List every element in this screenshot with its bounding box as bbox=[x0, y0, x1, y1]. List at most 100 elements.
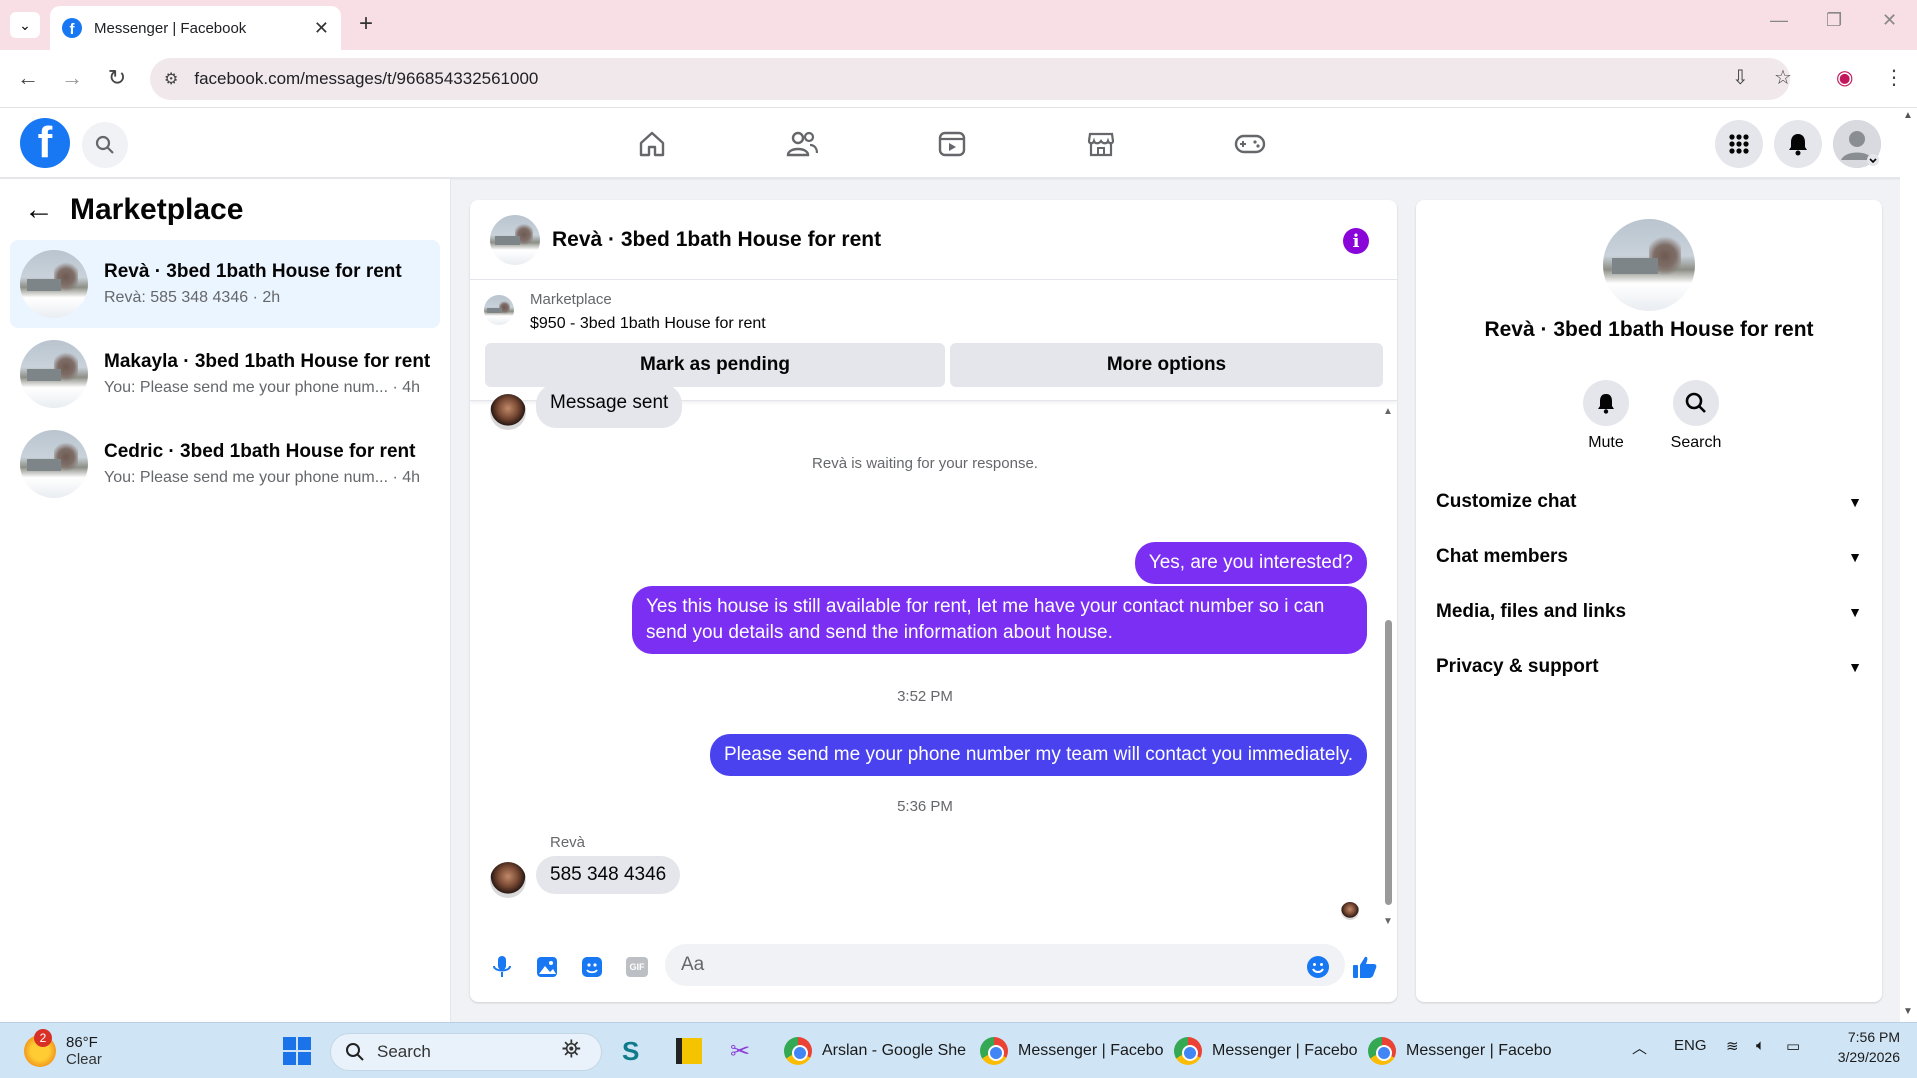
photo-icon[interactable] bbox=[532, 952, 562, 982]
friends-icon[interactable] bbox=[777, 122, 827, 166]
site-info-icon[interactable]: ⚙ bbox=[164, 69, 178, 89]
back-arrow-icon[interactable]: ← bbox=[24, 193, 54, 227]
chrome-icon bbox=[1368, 1037, 1396, 1065]
snipping-tool-icon[interactable]: ✂ bbox=[730, 1031, 750, 1071]
search-label: Search bbox=[1670, 434, 1722, 451]
sender-avatar bbox=[490, 394, 526, 430]
marketplace-icon[interactable] bbox=[1076, 122, 1126, 166]
listing-title[interactable]: $950 - 3bed 1bath House for rent bbox=[530, 315, 766, 333]
sender-avatar bbox=[490, 862, 526, 898]
facebook-logo-icon[interactable]: f bbox=[20, 118, 70, 168]
search-icon[interactable] bbox=[82, 122, 128, 168]
taskbar-chrome-messenger-1[interactable]: Messenger | Facebo bbox=[980, 1031, 1164, 1071]
sticky-notes-icon[interactable] bbox=[676, 1031, 702, 1071]
tab-close-icon[interactable]: ✕ bbox=[314, 18, 329, 39]
forward-icon[interactable]: → bbox=[58, 65, 86, 91]
browser-menu-icon[interactable]: ⋮ bbox=[1884, 65, 1904, 90]
video-icon[interactable] bbox=[927, 122, 977, 166]
chevron-down-icon: ▼ bbox=[1848, 659, 1862, 675]
sticker-icon[interactable] bbox=[577, 952, 607, 982]
mute-label: Mute bbox=[1588, 434, 1624, 451]
app-s-icon[interactable]: S bbox=[622, 1031, 639, 1071]
chat-header: Revà · 3bed 1bath House for rent i bbox=[470, 200, 1397, 280]
gaming-icon[interactable] bbox=[1225, 122, 1275, 166]
windows-start-icon[interactable] bbox=[282, 1031, 312, 1071]
taskbar-search-label: Search bbox=[377, 1042, 431, 1061]
conversation-name: Makayla · 3bed 1bath House for rent bbox=[104, 351, 431, 372]
chat-members-row[interactable]: Chat members ▼ bbox=[1436, 535, 1862, 579]
weather-badge: 2 bbox=[34, 1029, 52, 1047]
lighthouse-icon: ⛯ bbox=[561, 1036, 581, 1063]
scroll-up-icon[interactable]: ▲ bbox=[1383, 406, 1393, 417]
section-label: Chat members bbox=[1436, 546, 1568, 567]
weather-temp: 86°F bbox=[66, 1034, 98, 1051]
conversation-item[interactable]: Cedric · 3bed 1bath House for rent You: … bbox=[10, 420, 440, 508]
scroll-up-icon[interactable]: ▲ bbox=[1903, 110, 1913, 121]
close-window-icon[interactable]: ✕ bbox=[1882, 10, 1897, 31]
taskbar-chrome-messenger-2[interactable]: Messenger | Facebo bbox=[1174, 1031, 1358, 1071]
emoji-icon[interactable] bbox=[1303, 952, 1333, 982]
tab-search-dropdown[interactable]: ⌄ bbox=[10, 12, 40, 38]
scroll-thumb[interactable] bbox=[1385, 620, 1392, 905]
conversation-preview: You: Please send me your phone num... · … bbox=[104, 379, 421, 396]
microphone-icon[interactable] bbox=[487, 952, 517, 982]
taskbar-app-label: Messenger | Facebo bbox=[1018, 1042, 1164, 1059]
chrome-icon bbox=[1174, 1037, 1202, 1065]
scroll-down-icon[interactable]: ▼ bbox=[1383, 916, 1393, 927]
url-text: facebook.com/messages/t/966854332561000 bbox=[194, 69, 539, 88]
profile-icon[interactable]: ◉ bbox=[1836, 65, 1853, 90]
page-scrollbar[interactable]: ▲ ▼ bbox=[1900, 108, 1917, 1022]
new-tab-button[interactable]: + bbox=[352, 10, 380, 38]
account-avatar[interactable] bbox=[1833, 120, 1881, 168]
customize-chat-row[interactable]: Customize chat ▼ bbox=[1436, 480, 1862, 524]
section-label: Media, files and links bbox=[1436, 601, 1627, 622]
scroll-down-icon[interactable]: ▼ bbox=[1903, 1006, 1913, 1017]
taskbar-chrome-sheets[interactable]: Arslan - Google She bbox=[784, 1031, 966, 1071]
bookmark-star-icon[interactable]: ☆ bbox=[1774, 65, 1792, 90]
wifi-icon[interactable]: ≋ bbox=[1726, 1037, 1739, 1055]
section-label: Customize chat bbox=[1436, 491, 1577, 512]
conversation-name: Revà · 3bed 1bath House for rent bbox=[104, 261, 402, 282]
search-in-chat-button[interactable]: Search bbox=[1656, 380, 1736, 452]
like-thumb-icon[interactable] bbox=[1350, 952, 1380, 982]
chevron-down-icon: ▼ bbox=[1848, 549, 1862, 565]
notifications-bell-icon[interactable] bbox=[1774, 120, 1822, 168]
browser-tab[interactable]: f Messenger | Facebook ✕ bbox=[50, 6, 341, 50]
message-input[interactable]: Aa bbox=[665, 944, 1345, 986]
details-avatar bbox=[1603, 219, 1695, 311]
chrome-icon bbox=[980, 1037, 1008, 1065]
volume-icon[interactable]: 🔈︎ bbox=[1756, 1037, 1765, 1054]
more-options-button[interactable]: More options bbox=[950, 343, 1383, 387]
taskbar-search[interactable]: Search ⛯ bbox=[330, 1033, 602, 1071]
mute-button[interactable]: Mute bbox=[1566, 380, 1646, 452]
address-bar[interactable]: ⚙ facebook.com/messages/t/96685433256100… bbox=[150, 58, 1790, 100]
chat-title[interactable]: Revà · 3bed 1bath House for rent bbox=[552, 228, 881, 252]
listing-thumbnail bbox=[20, 250, 88, 318]
language-indicator[interactable]: ENG bbox=[1674, 1037, 1707, 1054]
restore-icon[interactable]: ❐ bbox=[1826, 10, 1842, 31]
clock[interactable]: 7:56 PM 3/29/2026 bbox=[1826, 1029, 1900, 1065]
minimize-icon[interactable]: — bbox=[1770, 10, 1788, 31]
chat-panel: Revà · 3bed 1bath House for rent i Marke… bbox=[470, 200, 1397, 1002]
info-icon[interactable]: i bbox=[1343, 228, 1369, 254]
conversation-item[interactable]: Makayla · 3bed 1bath House for rent You:… bbox=[10, 330, 440, 418]
battery-icon[interactable]: ▭ bbox=[1786, 1037, 1800, 1055]
weather-widget[interactable]: 2 86°F Clear bbox=[24, 1029, 102, 1071]
reload-icon[interactable]: ↻ bbox=[103, 65, 131, 91]
back-icon[interactable]: ← bbox=[14, 65, 42, 91]
weather-condition: Clear bbox=[66, 1051, 102, 1068]
menu-grid-icon[interactable] bbox=[1715, 120, 1763, 168]
gif-icon[interactable]: GIF bbox=[622, 952, 652, 982]
chevron-down-icon: ▼ bbox=[1848, 604, 1862, 620]
show-hidden-icons-chevron-icon[interactable]: ︿ bbox=[1632, 1037, 1647, 1058]
chat-avatar[interactable] bbox=[490, 214, 540, 265]
media-files-links-row[interactable]: Media, files and links ▼ bbox=[1436, 590, 1862, 634]
chat-scrollbar[interactable]: ▲ ▼ bbox=[1381, 402, 1395, 932]
privacy-support-row[interactable]: Privacy & support ▼ bbox=[1436, 645, 1862, 689]
windows-taskbar: 2 86°F Clear Search ⛯ S ✂ Arslan - Googl… bbox=[0, 1022, 1917, 1078]
install-app-icon[interactable]: ⇩ bbox=[1732, 65, 1749, 90]
taskbar-chrome-messenger-3[interactable]: Messenger | Facebo bbox=[1368, 1031, 1552, 1071]
conversation-item[interactable]: Revà · 3bed 1bath House for rent Revà: 5… bbox=[10, 240, 440, 328]
home-icon[interactable] bbox=[627, 122, 677, 166]
mark-as-pending-button[interactable]: Mark as pending bbox=[485, 343, 945, 387]
